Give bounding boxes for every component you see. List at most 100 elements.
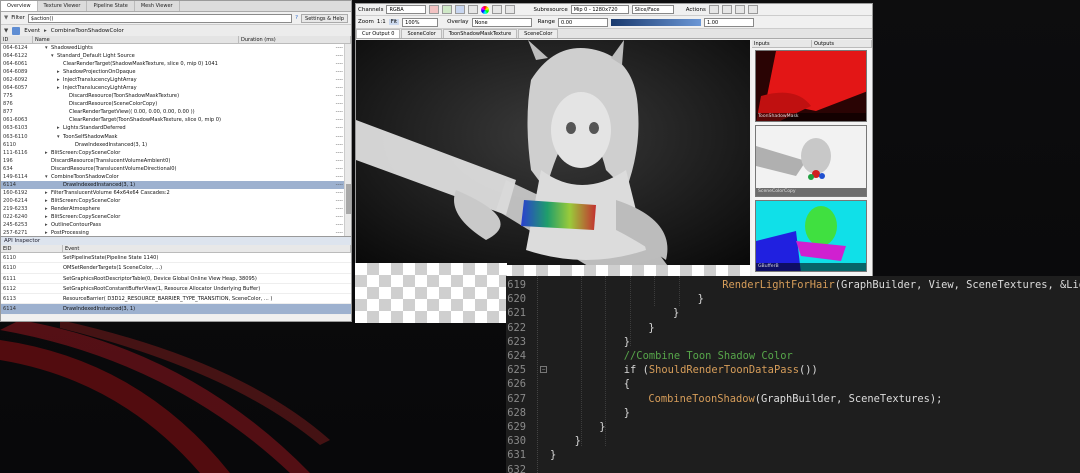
event-row[interactable]: 219-6233 ▸ RenderAtmosphere ---- [1,205,351,213]
thumbnail-caption-1: SceneColorCopy [756,188,866,196]
zoom-1to1-button[interactable]: 1:1 [377,19,386,25]
fit-button[interactable]: Fit [388,19,400,25]
mip-dropdown[interactable]: Mip 0 - 1280x720 [570,5,629,14]
col-id[interactable]: ID [1,36,33,43]
channels-dropdown[interactable]: RGBA [386,5,427,14]
inspector-row[interactable]: 6111 SetGraphicsRootDescriptorTable(0, De… [1,274,351,284]
event-row[interactable]: 877 ClearRenderTargetView(( 0.00, 0.00, 0… [1,108,351,116]
help-icon[interactable]: ? [295,15,298,21]
tab-overview[interactable]: Overview [1,1,38,11]
thumbnail-input-0[interactable]: ToonShadowMask [755,50,867,122]
event-row[interactable]: 6110 DrawIndexedInstanced(3, 1) ---- [1,141,351,149]
event-table-header: ID Name Duration (ms) [1,36,351,44]
range-min-input[interactable]: 0.00 [558,17,608,27]
open-icon[interactable] [721,5,732,14]
code-editor[interactable]: − 619 RenderLightForHair(GraphBuilder, Vi… [506,276,1080,473]
tab-mesh-viewer[interactable]: Mesh Viewer [135,1,180,11]
event-id: 876 [3,101,13,108]
event-row[interactable]: 063-6103 ▸ Lights:StandardDeferred ---- [1,124,351,132]
view-icon[interactable] [747,5,758,14]
event-name: CombineToonShadowColor [51,173,119,180]
collapse-icon[interactable]: ▼ [4,28,8,34]
tab-pipeline-state[interactable]: Pipeline State [87,1,135,11]
tab-scenecolor-2[interactable]: SceneColor [518,29,559,38]
flip-toggle[interactable] [505,5,516,14]
io-header: Inputs Outputs [752,40,872,48]
blue-channel-toggle[interactable] [455,5,466,14]
scrollbar-thumb[interactable] [346,184,351,214]
col-event[interactable]: Event [63,245,351,252]
depth-toggle[interactable] [492,5,503,14]
event-row[interactable]: 022-6240 ▸ BlitScreen:CopySceneColor ---- [1,213,351,221]
event-row[interactable]: 245-6253 ▸ OutlineContourPass ---- [1,221,351,229]
thumbnail-input-1[interactable]: SceneColorCopy [755,125,867,197]
inspector-row[interactable]: 6112 SetGraphicsRootConstantBufferView(1,… [1,284,351,295]
goto-location-icon[interactable] [734,5,745,14]
event-row[interactable]: 257-6271 ▸ PostProcessing ---- [1,229,351,236]
viewer-transparency-checker [355,263,507,323]
event-row[interactable]: 064-6122 ▾ Standard_Default Light Source --… [1,52,351,60]
save-icon[interactable] [708,5,719,14]
zoom-dropdown[interactable]: 100% [402,17,439,27]
red-channel-toggle[interactable] [429,5,440,14]
slice-dropdown[interactable]: Slice/Face [631,5,674,14]
alpha-channel-toggle[interactable] [468,5,479,14]
event-row[interactable]: 111-6116 ▸ BlitScreen:CopySceneColor ---- [1,149,351,157]
green-channel-toggle[interactable] [442,5,453,14]
event-row[interactable]: 196 DiscardResource(TranslucentVolumeAmbi… [1,157,351,165]
thumbnail-input-2[interactable]: GBufferB [755,200,867,272]
event-icon [12,26,21,35]
event-duration: ---- [335,205,343,212]
line-number: 624 [507,350,526,362]
event-name-cell: ▸ Lights:StandardDeferred [33,124,239,132]
event-row[interactable]: 064-6057 ▸ InjectTranslucencyLightArray ---… [1,84,351,92]
tab-cur-output[interactable]: Cur Output 0 [356,29,401,38]
inspector-row[interactable]: 6113 ResourceBarrier( D3D12_RESOURCE_BARR… [1,294,351,305]
desktop-wallpaper-swoosh [0,320,330,473]
event-row[interactable]: 6114 DrawIndexedInstanced(3, 1) ---- [1,180,351,189]
col-name[interactable]: Name [33,36,239,43]
inspector-event: SetGraphicsRootDescriptorTable(0, Device… [63,275,257,282]
inputs-header[interactable]: Inputs [752,40,812,47]
event-name-cell: ▸ FilterTranslucentVolume 64x64x64 Cascad… [33,189,239,197]
event-row[interactable]: 063-6110 ▾ ToonSelfShadowMask ---- [1,133,351,141]
event-name-cell: ClearRenderTargetView(( 0.00, 0.00, 0.00… [33,108,239,116]
event-name: DrawIndexedInstanced(3, 1) [75,141,148,148]
range-slider[interactable] [611,18,701,26]
range-max-input[interactable]: 1.00 [704,17,754,27]
tab-texture-viewer[interactable]: Texture Viewer [38,1,88,11]
inspector-eid: 6110 [3,255,16,261]
event-row[interactable]: 062-6092 ▸ InjectTranslucencyLightArray ---… [1,76,351,84]
color-wheel-icon[interactable] [481,5,490,14]
event-tree-scrollbar[interactable] [344,44,351,236]
outputs-header[interactable]: Outputs [812,40,872,47]
event-row[interactable]: 200-6214 ▸ BlitScreen:CopySceneColor ---- [1,197,351,205]
event-row[interactable]: 064-6061 ClearRenderTarget(ShadowMaskText… [1,60,351,68]
event-name-cell: ClearRenderTarget(ShadowMaskTexture, sli… [33,60,239,68]
inspector-row[interactable]: 6114 DrawIndexedInstanced(3, 1) [1,304,351,315]
filter-input[interactable]: $action() [27,13,293,23]
settings-help-button[interactable]: Settings & Help [301,13,348,23]
event-row[interactable]: 634 DiscardResource(TranslucentVolumeDire… [1,165,351,173]
col-duration[interactable]: Duration (ms) [239,36,351,43]
event-row[interactable]: 064-6089 ▸ ShadowProjectionOnOpaque ---- [1,68,351,76]
event-name-cell: ▸ BlitScreen:CopySceneColor [33,213,239,221]
inspector-row[interactable]: 6110 OMSetRenderTargets(1 SceneColor, ...… [1,263,351,274]
event-row[interactable]: 160-6192 ▸ FilterTranslucentVolume 64x64x6… [1,189,351,197]
event-row[interactable]: 149-6114 ▾ CombineToonShadowColor ---- [1,173,351,181]
event-row[interactable]: 061-6063 ClearRenderTarget(ToonShadowMask… [1,116,351,124]
event-id: 634 [3,165,13,172]
tab-scenecolor[interactable]: SceneColor [401,29,442,38]
breadcrumb-current[interactable]: CombineToonShadowColor [51,28,124,34]
event-id: 064-6124 [3,45,28,51]
event-row[interactable]: 876 DiscardResource(SceneColorCopy) ---- [1,100,351,108]
event-name-cell: ▸ InjectTranslucencyLightArray [33,84,239,92]
event-id: 149-6114 [3,173,28,180]
tab-toonshadowmask[interactable]: ToonShadowMaskTexture [442,29,518,38]
event-row[interactable]: 064-6124 ▾ ShadowedLights ---- [1,44,351,52]
inspector-row[interactable]: 6110 SetPipelineState(Pipeline State 1140… [1,253,351,264]
col-eid[interactable]: EID [1,245,63,252]
event-row[interactable]: 775 DiscardResource(ToonShadowMaskTexture… [1,92,351,100]
overlay-dropdown[interactable]: None [471,17,532,27]
texture-preview[interactable] [356,40,750,277]
